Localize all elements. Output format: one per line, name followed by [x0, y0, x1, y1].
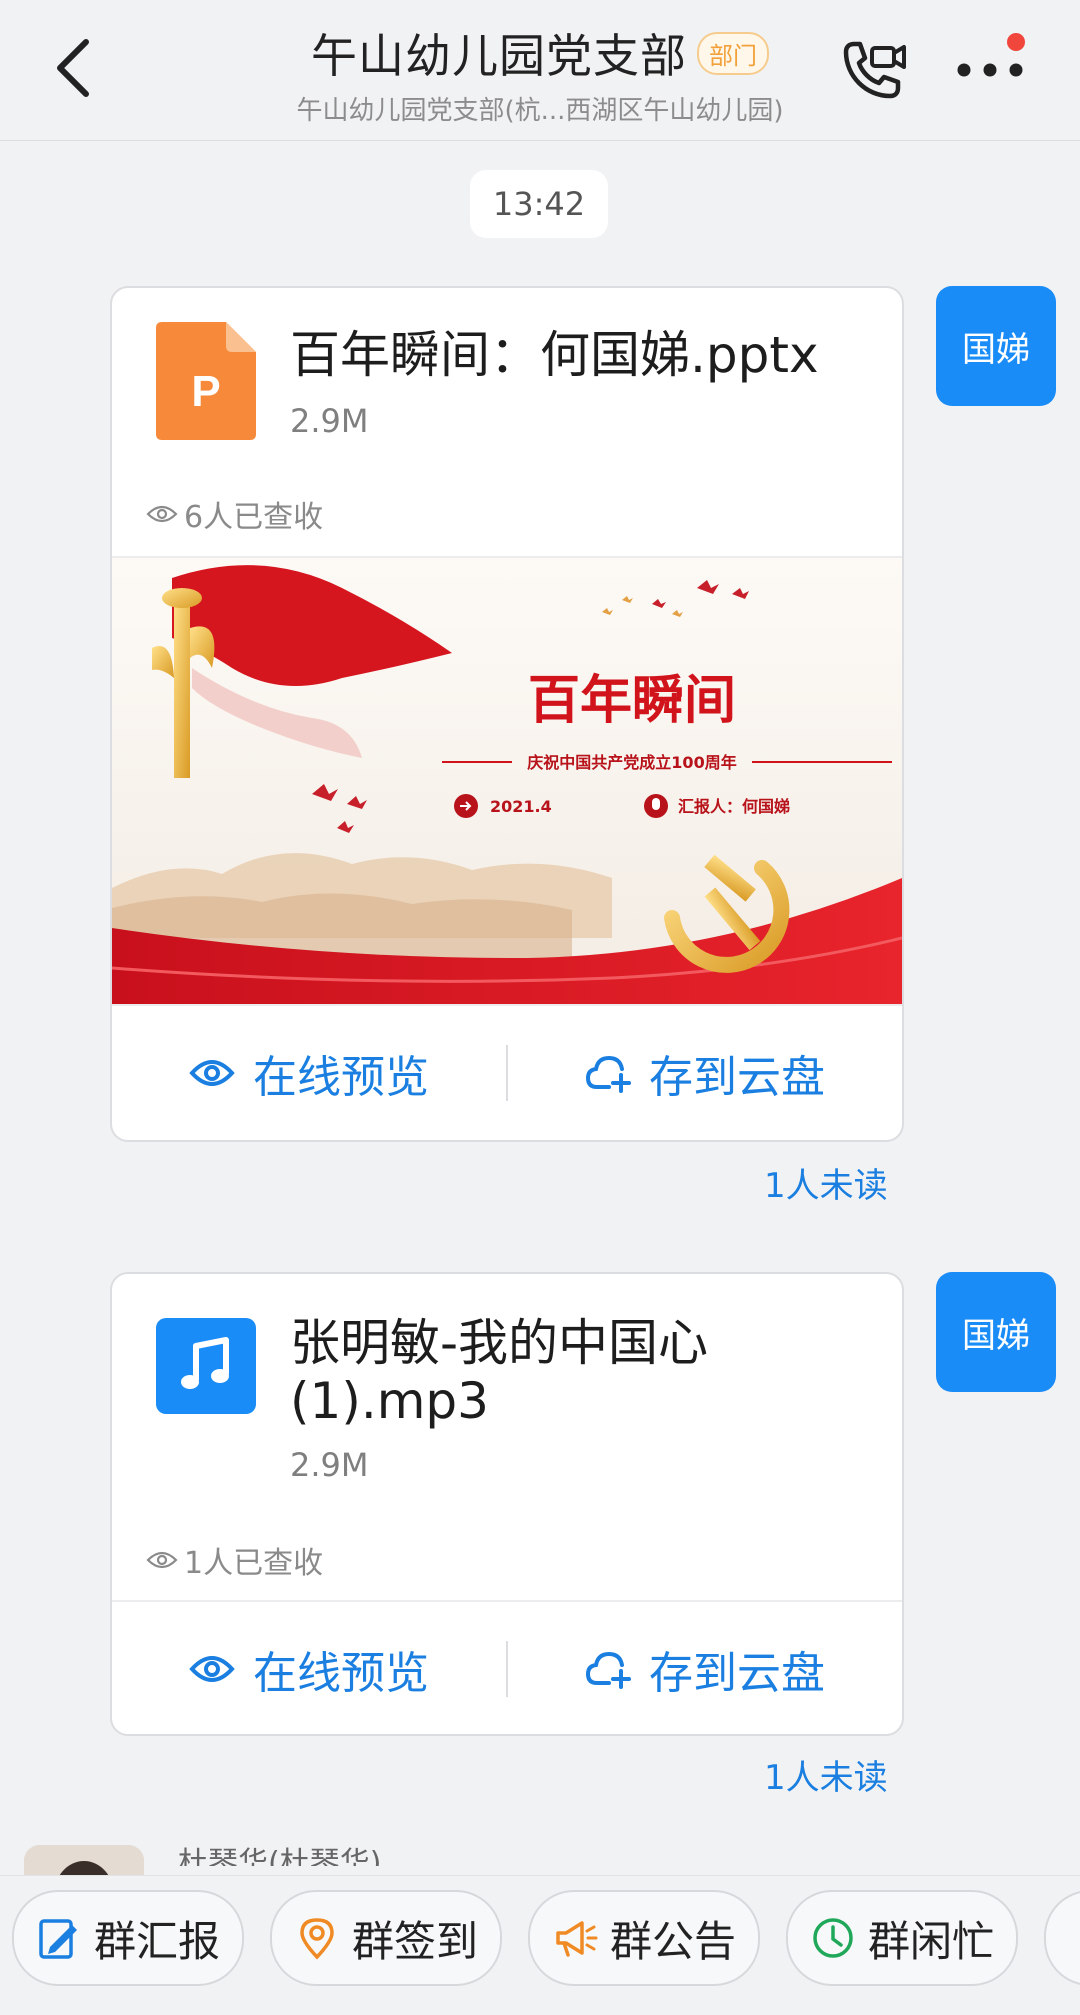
file-size: 2.9M	[290, 1446, 369, 1484]
music-file-icon	[156, 1318, 256, 1414]
clock-icon	[813, 1918, 853, 1958]
unread-count[interactable]: 1人未读	[764, 1158, 888, 1207]
file-name: 百年瞬间：何国娣.pptx	[290, 326, 819, 384]
save-to-cloud-button[interactable]: 存到云盘	[508, 1041, 902, 1105]
chip-label: 群公告	[609, 1916, 736, 1966]
chat-title-area[interactable]: 午山幼儿园党支部 部门 午山幼儿园党支部(杭...西湖区午山幼儿园)	[260, 20, 820, 127]
card-divider	[112, 1600, 902, 1602]
online-preview-button[interactable]: 在线预览	[112, 1041, 506, 1105]
ppt-file-icon: P	[156, 322, 256, 440]
sender-name: 杜琴华(杜琴华)	[178, 1846, 382, 1866]
save-to-cloud-label: 存到云盘	[649, 1052, 825, 1103]
file-message-card[interactable]: P 百年瞬间：何国娣.pptx 2.9M 6人已查收 百年瞬间 庆祝中国共产党成…	[110, 286, 904, 1142]
phone-video-call-icon[interactable]	[832, 30, 912, 110]
group-availability-button[interactable]: 群闲忙	[786, 1890, 1018, 1986]
file-size: 2.9M	[290, 402, 369, 440]
report-icon	[39, 1919, 77, 1959]
chip-label: 群闲忙	[867, 1916, 994, 1966]
chat-header: 午山幼儿园党支部 部门 午山幼儿园党支部(杭...西湖区午山幼儿园)	[0, 0, 1080, 141]
back-arrow-icon[interactable]	[40, 28, 110, 108]
card-divider	[112, 1004, 902, 1006]
viewed-count: 1人已查收	[184, 1546, 324, 1581]
notification-dot	[1007, 33, 1025, 51]
group-checkin-button[interactable]: 群签到	[270, 1890, 502, 1986]
cloud-plus-icon	[585, 1651, 631, 1689]
department-badge: 部门	[697, 31, 769, 75]
file-message-card[interactable]: 张明敏-我的中国心(1).mp3 2.9M 1人已查收 在线预览 存到云盘	[110, 1272, 904, 1736]
file-actions: 在线预览 存到云盘	[112, 1008, 902, 1138]
preview-date: 2021.4	[490, 797, 552, 816]
cloud-plus-icon	[585, 1055, 631, 1093]
chip-label: 群汇报	[93, 1916, 220, 1966]
more-quick-action-button[interactable]	[1044, 1890, 1080, 1986]
group-title: 午山幼儿园党支部	[311, 29, 687, 83]
preview-subtitle: 庆祝中国共产党成立100周年	[526, 753, 736, 772]
online-preview-button[interactable]: 在线预览	[112, 1637, 506, 1701]
eye-icon	[189, 1060, 235, 1086]
chip-label: 群签到	[351, 1916, 478, 1966]
group-quick-actions-bar: 群汇报 群签到 群公告 群闲忙	[0, 1875, 1080, 2015]
message-timestamp: 13:42	[470, 170, 608, 238]
group-subtitle: 午山幼儿园党支部(杭...西湖区午山幼儿园)	[296, 96, 784, 126]
viewed-status[interactable]: 6人已查收	[146, 492, 323, 536]
megaphone-icon	[556, 1921, 598, 1957]
preview-reporter: 汇报人：何国娣	[678, 797, 790, 816]
group-announcement-button[interactable]: 群公告	[528, 1890, 760, 1986]
viewed-status[interactable]: 1人已查收	[146, 1538, 323, 1582]
group-report-button[interactable]: 群汇报	[12, 1890, 244, 1986]
sender-avatar[interactable]: 国娣	[936, 1272, 1056, 1392]
file-actions: 在线预览 存到云盘	[112, 1604, 902, 1734]
online-preview-label: 在线预览	[253, 1648, 429, 1699]
save-to-cloud-label: 存到云盘	[649, 1648, 825, 1699]
eye-icon	[146, 1551, 178, 1569]
save-to-cloud-button[interactable]: 存到云盘	[508, 1637, 902, 1701]
online-preview-label: 在线预览	[253, 1052, 429, 1103]
preview-title: 百年瞬间	[528, 671, 736, 731]
ppt-preview-image[interactable]: 百年瞬间 庆祝中国共产党成立100周年 2021.4 汇报人：何国娣	[112, 558, 902, 1004]
viewed-count: 6人已查收	[184, 500, 324, 535]
eye-icon	[189, 1656, 235, 1682]
sender-avatar[interactable]: 国娣	[936, 286, 1056, 406]
file-name: 张明敏-我的中国心(1).mp3	[290, 1314, 709, 1430]
svg-text:P: P	[191, 367, 220, 416]
location-icon	[300, 1918, 334, 1960]
eye-icon	[146, 505, 178, 523]
unread-count[interactable]: 1人未读	[764, 1750, 888, 1799]
